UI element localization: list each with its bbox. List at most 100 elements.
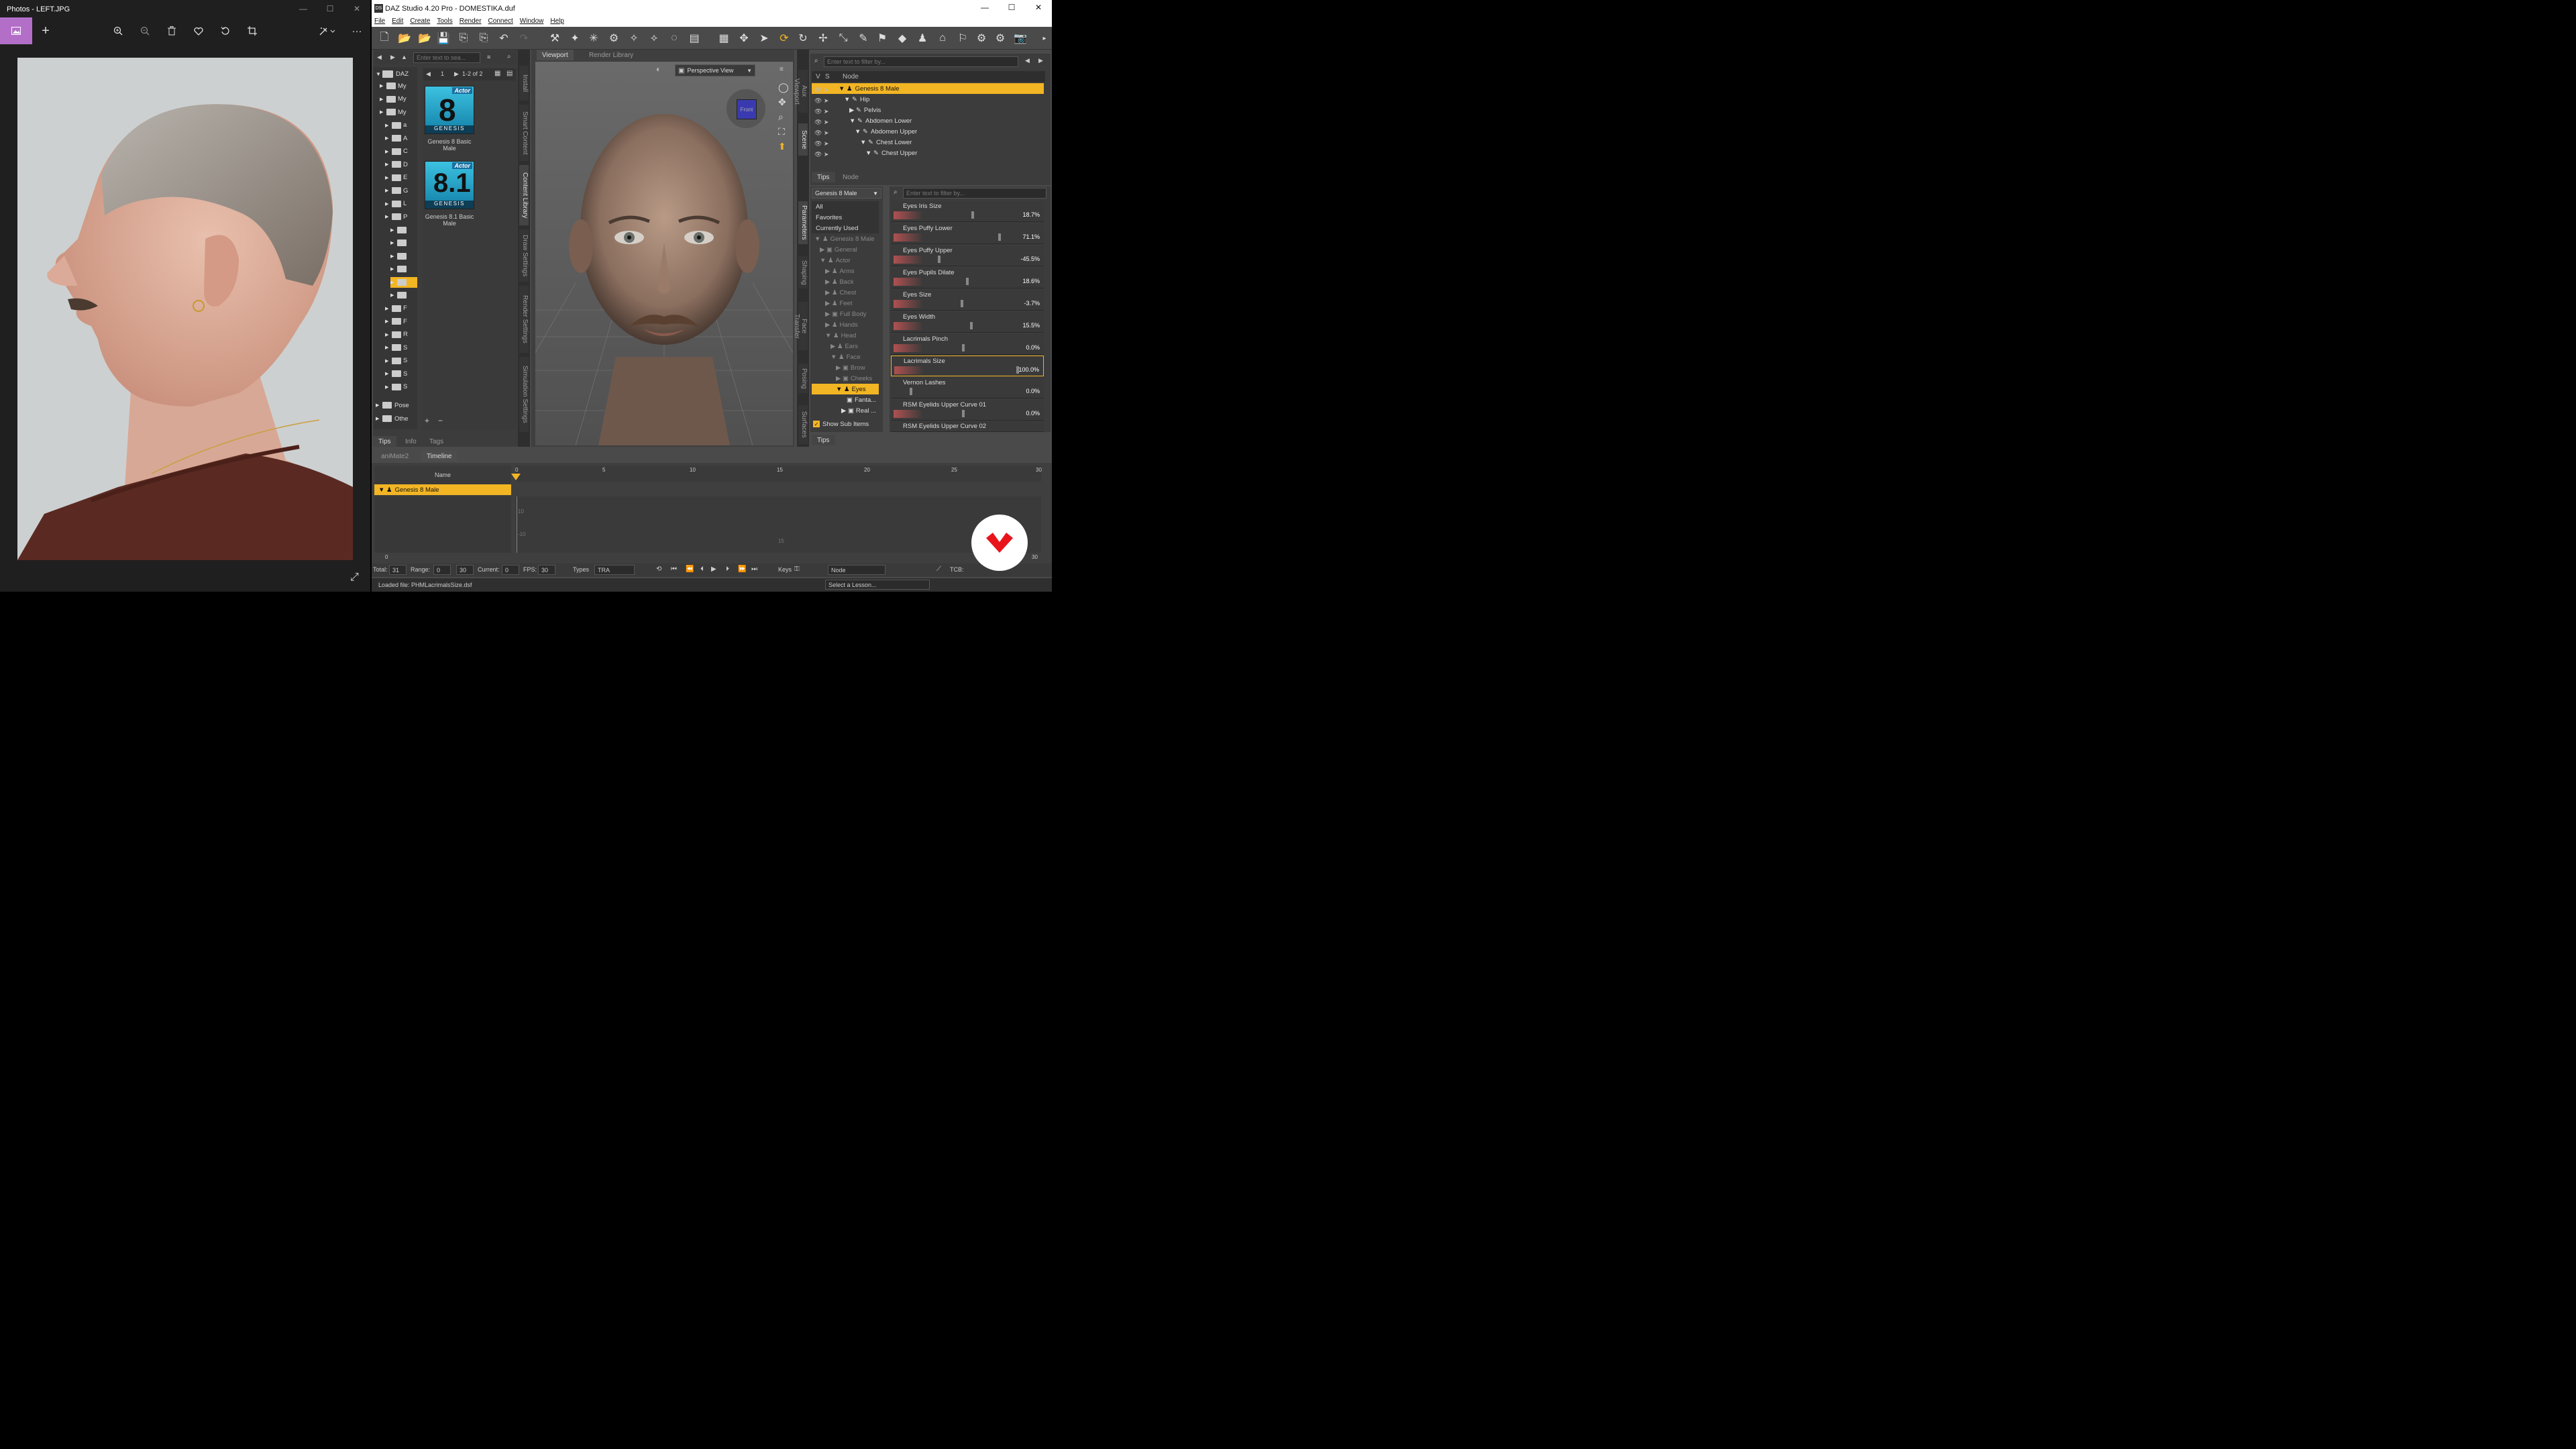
back-arrow-icon[interactable]: ◀ [377, 54, 382, 61]
content-search-input[interactable]: Enter text to sea... [413, 52, 480, 63]
vtab-parameters[interactable]: Parameters [798, 201, 808, 244]
slider-eyes-puffy-lower[interactable]: Eyes Puffy Lower 71.1% [891, 223, 1044, 244]
scale-tool-icon[interactable]: ⤡ [836, 31, 851, 46]
vtab-scene[interactable]: Scene [798, 123, 808, 156]
view-options-icon[interactable]: ≡ [487, 54, 490, 60]
tree-fantasy[interactable]: ▣ Fanta... [812, 394, 879, 405]
joint-tool-icon[interactable]: ✳ [586, 31, 601, 46]
menu-connect[interactable]: Connect [488, 17, 513, 27]
slider-lacrimals-size[interactable]: Lacrimals Size 100.0% [891, 356, 1044, 376]
toolbar-overflow-icon[interactable]: ▸ [1037, 31, 1052, 46]
vtab-install[interactable]: Install [519, 66, 529, 101]
3d-viewport[interactable]: Front ▣ Perspective View ▼ ◐ ≡ ◯ ✥ ⌕ ⛶ ⬆ [481, 62, 847, 446]
tab-viewport[interactable]: Viewport [537, 50, 574, 60]
close-button[interactable]: ✕ [1025, 0, 1052, 15]
slider-eyes-size[interactable]: Eyes Size -3.7% [891, 290, 1044, 311]
vtab-surfaces[interactable]: Surfaces [798, 405, 808, 444]
total-field[interactable]: 31 [389, 565, 407, 575]
merge-icon[interactable]: 📂 [417, 31, 432, 46]
tree-face[interactable]: ▼ ♟ Face [812, 352, 879, 362]
tree-folder[interactable]: ▶ S [385, 368, 407, 379]
tree-folder[interactable]: ▶ [390, 225, 409, 235]
tree-hands[interactable]: ▶ ♟ Hands [812, 319, 879, 330]
play-icon[interactable]: ▶ [711, 566, 716, 573]
add-key-icon[interactable]: ⚿ [794, 566, 800, 573]
slider-rsm-eyelids-02[interactable]: RSM Eyelids Upper Curve 02 [891, 421, 1044, 432]
params-filter-input[interactable]: Enter text to filter by... [903, 188, 1046, 199]
menu-create[interactable]: Create [410, 17, 430, 27]
vtab-face-transfer[interactable]: Face Transfer [793, 302, 808, 350]
timeline-graph[interactable]: 10 -10 15 [515, 496, 1041, 553]
tree-folder[interactable]: ▶ S [385, 382, 407, 392]
slider-eyes-pupils-dilate[interactable]: Eyes Pupils Dilate 18.6% [891, 268, 1044, 288]
slider-rsm-eyelids-01[interactable]: RSM Eyelids Upper Curve 01 0.0% [891, 400, 1044, 421]
frame-icon[interactable]: ⛶ [778, 126, 785, 138]
go-end-icon[interactable]: ⏭ [751, 566, 757, 573]
node-select[interactable]: Genesis 8 Male ▼ [812, 188, 881, 199]
tree-folder[interactable]: ▶ a [385, 120, 407, 131]
tree-folder[interactable]: ▶ C [385, 146, 408, 157]
range-to-field[interactable]: 30 [456, 565, 474, 575]
tree-brow[interactable]: ▶ ▣ Brow [812, 362, 879, 373]
new-file-icon[interactable]: 🗋 [377, 31, 392, 46]
step-forward-icon[interactable]: ⏵ [726, 566, 729, 573]
tree-real[interactable]: ▶ ▣ Real ... [812, 405, 879, 416]
grid-view-icon[interactable]: ▦ [494, 70, 500, 77]
zoom-icon[interactable]: ⌕ [778, 111, 784, 123]
scene-forward-icon[interactable]: ▶ [1038, 57, 1043, 64]
delete-icon[interactable] [164, 23, 180, 39]
slider-vernon-lashes[interactable]: Vernon Lashes 0.0% [891, 378, 1044, 398]
scene-back-icon[interactable]: ◀ [1025, 57, 1030, 64]
next-key-icon[interactable]: ⏩ [738, 566, 746, 573]
zoom-out-icon[interactable] [137, 23, 153, 39]
maximize-button[interactable]: ☐ [317, 1, 343, 16]
tool-18-icon[interactable]: ⚙ [993, 31, 1008, 46]
tree-folder[interactable]: ▶ S [385, 342, 407, 353]
scene-node-pelvis[interactable]: ▶ ✎ Pelvis [812, 105, 1044, 115]
vtab-draw-settings[interactable]: Draw Settings [519, 229, 529, 282]
tree-folder[interactable]: ▶ My [380, 107, 407, 117]
prev-key-icon[interactable]: ⏪ [686, 566, 694, 573]
tree-head[interactable]: ▼ ♟ Head [812, 330, 879, 341]
tree-folder[interactable]: ▶ [390, 290, 409, 301]
page-number[interactable]: 1 [441, 70, 444, 77]
prev-page-icon[interactable]: ◀ [426, 70, 431, 78]
forward-arrow-icon[interactable]: ▶ [390, 54, 395, 61]
menu-window[interactable]: Window [520, 17, 544, 27]
types-select[interactable]: TRA [594, 565, 635, 575]
show-sub-items-checkbox[interactable]: ✓ Show Sub Items [812, 419, 881, 429]
slider-eyes-iris-size[interactable]: Eyes Iris Size 18.7% [891, 201, 1044, 222]
slider-eyes-puffy-upper[interactable]: Eyes Puffy Upper -45.5% [891, 246, 1044, 266]
universal-tool-icon[interactable]: ✥ [737, 31, 751, 46]
vtab-render-settings[interactable]: Render Settings [519, 286, 529, 353]
add-icon[interactable]: + [38, 23, 54, 39]
tree-currently-used[interactable]: Currently Used [812, 223, 879, 233]
orbit-icon[interactable]: ◯ [778, 82, 789, 93]
tree-favorites[interactable]: Favorites [812, 212, 879, 223]
tree-cheeks[interactable]: ▶ ▣ Cheeks [812, 373, 879, 384]
perspective-view-select[interactable]: ▣ Perspective View ▼ [675, 64, 755, 76]
tab-tips[interactable]: Tips [373, 436, 396, 447]
vtab-aux-viewport[interactable]: Aux Viewport [793, 70, 808, 113]
tab-node[interactable]: Node [837, 172, 864, 182]
menu-help[interactable]: Help [550, 17, 564, 27]
vtab-simulation-settings[interactable]: Simulation Settings [519, 357, 529, 432]
draw-style-icon[interactable]: ◐ [656, 64, 669, 76]
add-icon[interactable]: + [425, 416, 429, 425]
keys-node-select[interactable]: Node [828, 565, 885, 575]
tree-back[interactable]: ▶ ♟ Back [812, 276, 879, 287]
rotate-tool-icon[interactable]: ↻ [796, 31, 810, 46]
tool-12-icon[interactable]: ⚑ [875, 31, 890, 46]
tree-feet[interactable]: ▶ ♟ Feet [812, 298, 879, 309]
pose-tool-icon[interactable]: ✦ [568, 31, 582, 46]
edit-enhance-icon[interactable] [317, 23, 338, 39]
tree-general[interactable]: ▶ ▣ General [812, 244, 879, 255]
import-icon[interactable]: ⎘ [456, 31, 471, 46]
tree-folder[interactable]: ▶ P [385, 211, 407, 222]
tree-folder[interactable]: ▶ [390, 251, 409, 262]
menu-edit[interactable]: Edit [392, 17, 403, 27]
playhead-icon[interactable] [511, 474, 521, 482]
vtab-shaping[interactable]: Shaping [798, 256, 808, 288]
content-item-genesis8[interactable]: Actor 8 GENESIS Genesis 8 Basic Male [425, 85, 474, 154]
tree-folder[interactable]: ▶ D [385, 159, 408, 170]
